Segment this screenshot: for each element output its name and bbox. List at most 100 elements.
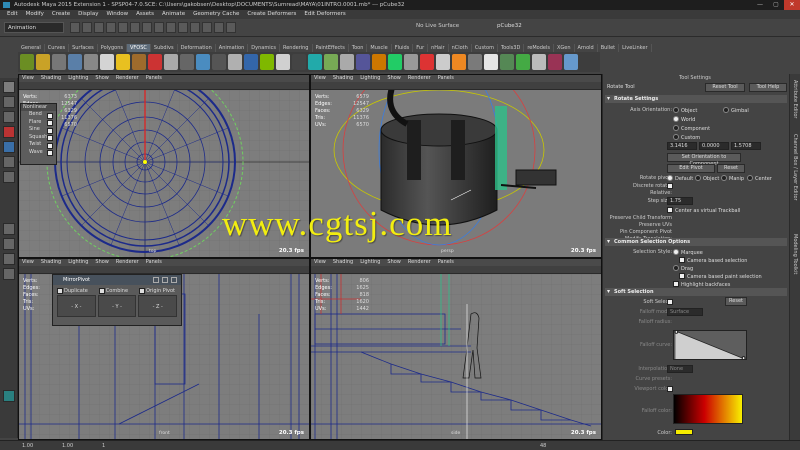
deformer-sine[interactable]: Sine	[21, 126, 56, 134]
reset-tool-button[interactable]: Reset Tool	[705, 83, 745, 92]
trackball-checkbox[interactable]: Center as virtual Trackball	[667, 207, 740, 214]
shelf-tool-icon[interactable]	[228, 54, 242, 70]
layout-persp-icon[interactable]	[2, 253, 15, 265]
pivot-reset-button[interactable]: Reset	[717, 164, 745, 173]
menu-create[interactable]: Create	[48, 10, 74, 19]
shelf-tool-icon[interactable]	[212, 54, 226, 70]
menu-set-dropdown[interactable]: Animation	[4, 22, 64, 33]
vp-menu-renderer[interactable]: Renderer	[116, 259, 139, 266]
layout-four-icon[interactable]	[2, 238, 15, 250]
vp-menu-renderer[interactable]: Renderer	[408, 75, 431, 82]
falloff-mode-dropdown[interactable]: Surface	[667, 308, 703, 316]
vp-menu-lighting[interactable]: Lighting	[360, 259, 380, 266]
lasso-tool-icon[interactable]	[2, 96, 15, 108]
interpolation-dropdown[interactable]: None	[667, 365, 693, 373]
shelf-tab[interactable]: Rendering	[280, 44, 313, 52]
scale-tool-icon[interactable]	[2, 156, 15, 168]
vp-menu-panels[interactable]: Panels	[146, 75, 162, 82]
shelf-tab[interactable]: General	[18, 44, 45, 52]
combine-checkbox[interactable]: Combine	[98, 288, 128, 295]
select-component-icon[interactable]	[130, 22, 140, 33]
vp-menu-show[interactable]: Show	[95, 75, 109, 82]
layout-graph-icon[interactable]	[2, 390, 15, 402]
vp-menu-view[interactable]: View	[314, 259, 326, 266]
vp-menu-panels[interactable]: Panels	[438, 259, 454, 266]
origin-pivot-checkbox[interactable]: Origin Pivot	[139, 288, 175, 295]
tool-help-button[interactable]: Tool Help	[749, 83, 787, 92]
range-slider-start[interactable]: 1	[102, 443, 105, 449]
pivot-manip-radio[interactable]: Manip	[721, 175, 744, 182]
shelf-tool-icon[interactable]	[116, 54, 130, 70]
history-icon[interactable]	[190, 22, 200, 33]
axis-component-radio[interactable]: Component	[673, 125, 710, 132]
maximize-button[interactable]: ▢	[768, 0, 784, 10]
select-object-icon[interactable]	[118, 22, 128, 33]
highlight-backfaces-checkbox[interactable]: Highlight backfaces	[673, 281, 730, 288]
shelf-tool-icon[interactable]	[52, 54, 66, 70]
shelf-tab[interactable]: LiveLinker	[619, 44, 652, 52]
shelf-tool-icon[interactable]	[180, 54, 194, 70]
new-scene-icon[interactable]	[70, 22, 80, 33]
shelf-tab[interactable]: reModels	[524, 44, 554, 52]
rotate-settings-section[interactable]: Rotate Settings	[605, 95, 787, 103]
viewport-toolbar[interactable]	[311, 266, 601, 274]
minimize-button[interactable]: —	[752, 0, 768, 10]
pivot-object-radio[interactable]: Object	[695, 175, 719, 182]
menu-window[interactable]: Window	[102, 10, 132, 19]
snap-surface-icon[interactable]	[178, 22, 188, 33]
rotate-tool-icon[interactable]	[2, 141, 15, 153]
vp-menu-show[interactable]: Show	[95, 259, 109, 266]
vp-menu-panels[interactable]: Panels	[438, 75, 454, 82]
vp-menu-show[interactable]: Show	[387, 75, 401, 82]
maximize-icon[interactable]	[162, 277, 168, 283]
shelf-tab[interactable]: Custom	[472, 44, 498, 52]
tab-attribute-editor[interactable]: Attribute Editor	[792, 80, 798, 118]
viewport-toolbar[interactable]	[19, 82, 309, 90]
vp-menu-lighting[interactable]: Lighting	[360, 75, 380, 82]
menu-assets[interactable]: Assets	[132, 10, 158, 19]
custom-axis-z-field[interactable]: 1.5708	[731, 142, 761, 150]
pivot-center-radio[interactable]: Center	[747, 175, 772, 182]
shelf-tab[interactable]: Curves	[45, 44, 70, 52]
vp-menu-renderer[interactable]: Renderer	[116, 75, 139, 82]
live-surface-label[interactable]: No Live Surface	[416, 23, 459, 29]
shelf-tool-icon[interactable]	[68, 54, 82, 70]
vp-menu-shading[interactable]: Shading	[41, 75, 61, 82]
shelf-tab[interactable]: Arnold	[575, 44, 598, 52]
drag-radio[interactable]: Drag	[673, 265, 693, 272]
viewport-side[interactable]: View Shading Lighting Show Renderer Pane…	[310, 258, 602, 440]
shelf-tab[interactable]: nHair	[428, 44, 449, 52]
viewport-color-checkbox[interactable]	[667, 386, 675, 393]
shelf-tool-icon[interactable]	[84, 54, 98, 70]
select-tool-icon[interactable]	[2, 81, 15, 93]
tab-channel-box[interactable]: Channel Box / Layer Editor	[792, 134, 798, 201]
shelf-tool-icon[interactable]	[20, 54, 34, 70]
edit-pivot-button[interactable]: Edit Pivot	[667, 164, 715, 173]
shelf-tab[interactable]: Surfaces	[69, 44, 98, 52]
shelf-tool-icon[interactable]	[468, 54, 482, 70]
vp-menu-shading[interactable]: Shading	[333, 75, 353, 82]
common-selection-section[interactable]: Common Selection Options	[605, 238, 787, 246]
snap-grid-icon[interactable]	[142, 22, 152, 33]
shelf-tool-icon[interactable]	[260, 54, 274, 70]
custom-axis-y-field[interactable]: 0.0000	[699, 142, 729, 150]
shelf-tool-icon[interactable]	[484, 54, 498, 70]
range-slider-end[interactable]: 48	[540, 443, 546, 449]
shelf-tab[interactable]: nCloth	[449, 44, 472, 52]
shelf-tool-icon[interactable]	[292, 54, 306, 70]
start-time-field[interactable]: 1.00	[22, 443, 33, 449]
shelf-tool-icon[interactable]	[500, 54, 514, 70]
shelf-tool-icon[interactable]	[420, 54, 434, 70]
marquee-radio[interactable]: Marquee	[673, 249, 703, 256]
snap-curve-icon[interactable]	[154, 22, 164, 33]
shelf-tool-icon[interactable]	[132, 54, 146, 70]
menu-modify[interactable]: Modify	[22, 10, 48, 19]
shelf-tool-icon[interactable]	[548, 54, 562, 70]
mirror-y-button[interactable]: - Y -	[97, 295, 137, 317]
open-scene-icon[interactable]	[82, 22, 92, 33]
shelf-tab[interactable]: Toon	[349, 44, 368, 52]
viewport-toolbar[interactable]	[311, 82, 601, 90]
shelf-tool-icon[interactable]	[308, 54, 322, 70]
menu-geometry-cache[interactable]: Geometry Cache	[189, 10, 243, 19]
minimize-icon[interactable]	[153, 277, 159, 283]
